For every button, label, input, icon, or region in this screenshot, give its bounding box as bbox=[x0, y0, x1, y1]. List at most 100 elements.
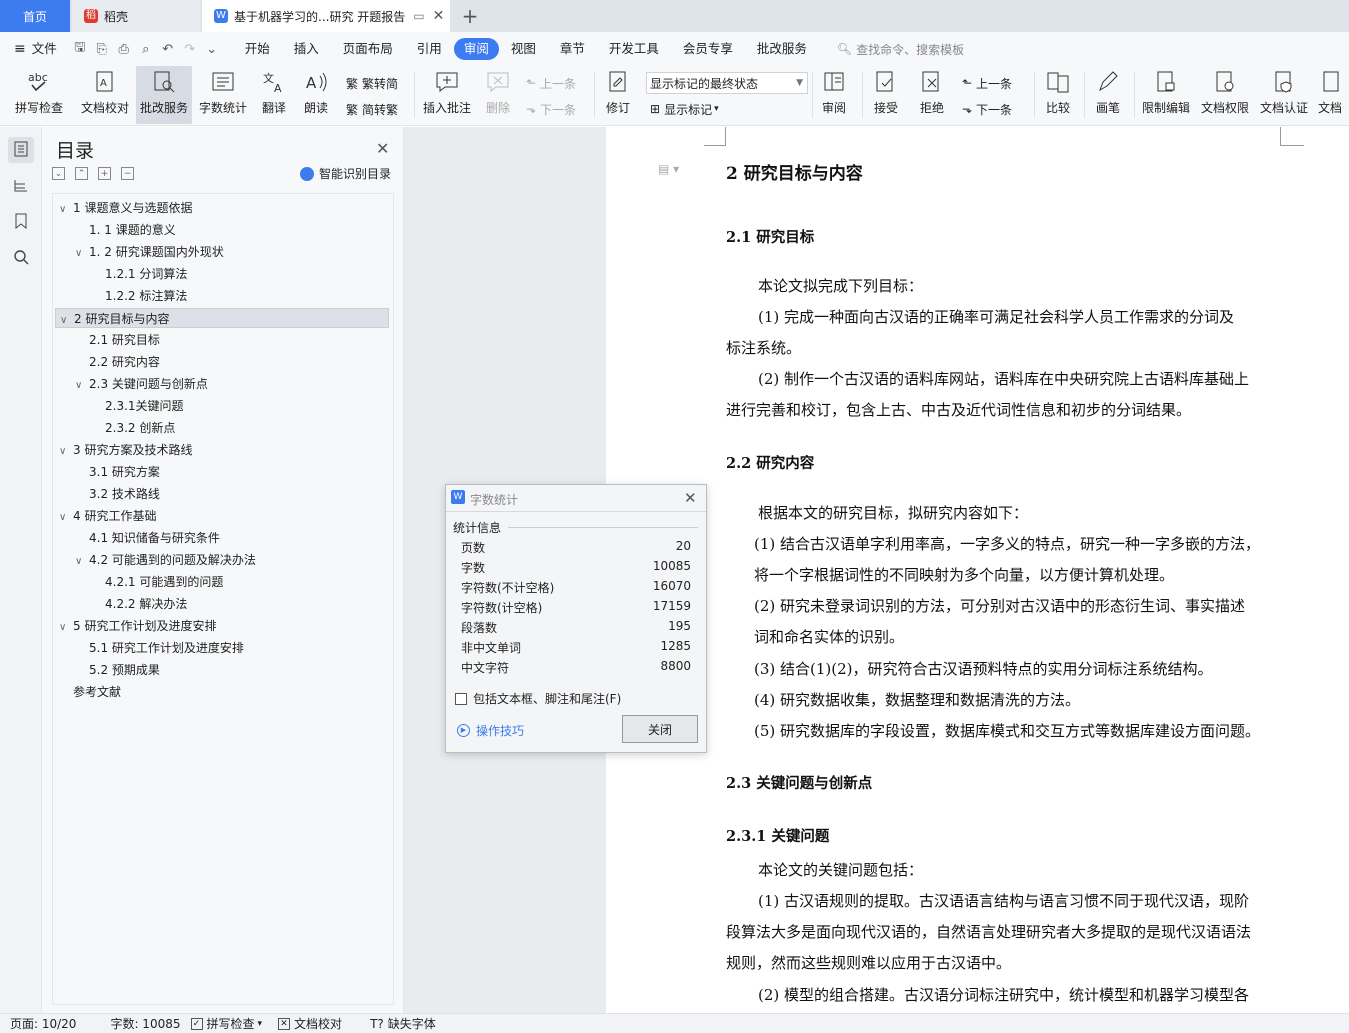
toc-item[interactable]: 4.1 知识储备与研究条件 bbox=[75, 528, 220, 548]
reject-button[interactable]: 拒绝 bbox=[912, 66, 952, 124]
missing-font-status[interactable]: T? 缺失字体 bbox=[370, 1015, 436, 1032]
include-textbox-checkbox[interactable]: 包括文本框、脚注和尾注(F) bbox=[455, 690, 621, 707]
tab-close-icon[interactable]: ✕ bbox=[433, 8, 445, 24]
menu-item[interactable]: 审阅 bbox=[453, 38, 499, 60]
word-count-indicator[interactable]: 字数: 10085 bbox=[110, 1015, 180, 1032]
chevron-down-icon[interactable]: ∨ bbox=[60, 311, 74, 331]
undo-icon[interactable]: ↶ bbox=[157, 38, 179, 60]
menu-item[interactable]: 插入 bbox=[282, 38, 331, 60]
dialog-close-button[interactable]: 关闭 bbox=[622, 715, 698, 743]
delete-comment-button[interactable]: 删除 bbox=[478, 66, 518, 124]
toc-item[interactable]: ∨ 2 研究目标与内容 bbox=[55, 308, 389, 328]
accept-button[interactable]: 接受 bbox=[866, 66, 906, 124]
chevron-down-icon[interactable]: ∨ bbox=[59, 442, 73, 462]
menu-item[interactable]: 开始 bbox=[233, 38, 282, 60]
chapter-nav-button[interactable] bbox=[8, 173, 34, 199]
chevron-down-icon[interactable]: ∨ bbox=[59, 508, 73, 528]
toc-item[interactable]: ∨ 1. 2 研究课题国内外现状 bbox=[75, 242, 224, 262]
chevron-down-icon[interactable]: ∨ bbox=[75, 552, 89, 572]
trad-to-simp-button[interactable]: 繁繁转简 bbox=[346, 73, 398, 93]
toc-item[interactable]: 3.2 技术路线 bbox=[75, 484, 160, 504]
toc-item[interactable]: 4.2.1 可能遇到的问题 bbox=[91, 572, 223, 592]
doc-certify-button[interactable]: 文档认证 bbox=[1256, 66, 1312, 124]
toc-item[interactable]: 1.2.1 分词算法 bbox=[91, 264, 187, 284]
read-aloud-button[interactable]: A 朗读 bbox=[298, 66, 334, 124]
toc-item[interactable]: 1.2.2 标注算法 bbox=[91, 286, 187, 306]
add-plus-icon[interactable]: + bbox=[98, 167, 111, 180]
spell-check-status[interactable]: ✓ 拼写检查 ▾ bbox=[190, 1015, 262, 1032]
toc-item[interactable]: 5.2 预期成果 bbox=[75, 660, 160, 680]
menu-item[interactable]: 视图 bbox=[499, 38, 548, 60]
toc-item[interactable]: 2.3.2 创新点 bbox=[91, 418, 175, 438]
save-icon[interactable]: 🖫 bbox=[69, 38, 91, 60]
document-page[interactable]: ▤ ▾ 2 研究目标与内容 2.1 研究目标 本论文拟完成下列目标： (1) 完成一种… bbox=[606, 127, 1349, 1013]
chevron-down-icon[interactable]: ∨ bbox=[75, 376, 89, 396]
next-change-button[interactable]: ⬎ 下一条 bbox=[962, 99, 1012, 119]
doc-permission-button[interactable]: 文档权限 bbox=[1198, 66, 1252, 124]
paragraph-menu-icon[interactable]: ▤ ▾ bbox=[658, 162, 679, 176]
toc-item[interactable]: 2.2 研究内容 bbox=[75, 352, 160, 372]
checkbox-box[interactable] bbox=[455, 692, 467, 705]
remove-minus-icon[interactable]: − bbox=[121, 167, 134, 180]
redo-icon[interactable]: ↷ bbox=[179, 38, 201, 60]
chevron-down-icon[interactable]: ∨ bbox=[59, 200, 73, 220]
tips-link[interactable]: ▶ 操作技巧 bbox=[457, 722, 524, 739]
file-menu[interactable]: ≡ 文件 bbox=[0, 38, 69, 60]
tab-home[interactable]: 首页 bbox=[0, 0, 70, 32]
menu-item[interactable]: 引用 bbox=[405, 38, 454, 60]
menu-item[interactable]: 批改服务 bbox=[745, 38, 819, 60]
dialog-close-icon[interactable]: ✕ bbox=[684, 489, 697, 507]
menu-item[interactable]: 章节 bbox=[548, 38, 597, 60]
screen-icon[interactable]: ▭ bbox=[413, 9, 424, 23]
new-tab-button[interactable]: + bbox=[456, 0, 484, 32]
command-search[interactable]: 🔍︎ 查找命令、搜索模板 bbox=[837, 41, 964, 58]
simp-to-trad-button[interactable]: 繁简转繁 bbox=[346, 99, 398, 119]
track-changes-button[interactable]: 修订 bbox=[598, 66, 638, 124]
toc-close-icon[interactable]: ✕ bbox=[376, 139, 389, 158]
proofread-button[interactable]: A 文档校对 bbox=[76, 66, 134, 124]
page-indicator[interactable]: 页面: 10/20 bbox=[10, 1015, 76, 1032]
proofread-status[interactable]: ✕ 文档校对 bbox=[278, 1015, 342, 1032]
prev-comment-button[interactable]: ⬑ 上一条 bbox=[526, 73, 576, 93]
toc-item[interactable]: ∨ 5 研究工作计划及进度安排 bbox=[59, 616, 216, 636]
toc-item[interactable]: 2.3.1关键问题 bbox=[91, 396, 184, 416]
menu-item[interactable]: 页面布局 bbox=[331, 38, 405, 60]
prev-change-button[interactable]: ⬑ 上一条 bbox=[962, 73, 1012, 93]
toc-item[interactable]: ∨ 4.2 可能遇到的问题及解决办法 bbox=[75, 550, 256, 570]
print-icon[interactable]: ⎙ bbox=[113, 38, 135, 60]
toc-item[interactable]: 参考文献 bbox=[59, 682, 121, 702]
toc-item[interactable]: ∨ 4 研究工作基础 bbox=[59, 506, 156, 526]
toc-nav-button[interactable] bbox=[8, 137, 34, 163]
tab-document[interactable]: W 基于机器学习的...研究 开题报告 ▭ ✕ bbox=[202, 0, 450, 32]
restrict-edit-button[interactable]: 限制编辑 bbox=[1138, 66, 1194, 124]
print-preview-icon[interactable]: ⌕ bbox=[135, 38, 157, 60]
toc-item[interactable]: 2.1 研究目标 bbox=[75, 330, 160, 350]
toc-item[interactable]: ∨ 3 研究方案及技术路线 bbox=[59, 440, 192, 460]
expand-down-icon[interactable]: ⌄ bbox=[52, 167, 65, 180]
toc-item[interactable]: 3.1 研究方案 bbox=[75, 462, 160, 482]
tab-daoke[interactable]: 稻 稻壳 bbox=[72, 0, 200, 32]
chevron-down-icon[interactable]: ∨ bbox=[75, 244, 89, 264]
customize-chevron-icon[interactable]: ⌄ bbox=[201, 38, 223, 60]
pen-button[interactable]: 画笔 bbox=[1088, 66, 1128, 124]
menu-item[interactable]: 开发工具 bbox=[597, 38, 671, 60]
toc-item[interactable]: 4.2.2 解决办法 bbox=[91, 594, 187, 614]
chevron-down-icon[interactable]: ∨ bbox=[59, 618, 73, 638]
word-count-button[interactable]: 字数统计 bbox=[196, 66, 250, 124]
show-markup-button[interactable]: ⊞ 显示标记 ▾ bbox=[650, 99, 719, 119]
toc-item[interactable]: 5.1 研究工作计划及进度安排 bbox=[75, 638, 244, 658]
menu-item[interactable]: 会员专享 bbox=[671, 38, 745, 60]
compare-button[interactable]: 比较 bbox=[1036, 66, 1080, 124]
next-comment-button[interactable]: ⬎ 下一条 bbox=[526, 99, 576, 119]
more-doc-button[interactable]: 文档 bbox=[1318, 66, 1349, 124]
toc-item[interactable]: ∨ 1 课题意义与选题依据 bbox=[59, 198, 192, 218]
review-pane-button[interactable]: 审阅 bbox=[814, 66, 854, 124]
collapse-up-icon[interactable]: ⌃ bbox=[75, 167, 88, 180]
toc-item[interactable]: ∨ 2.3 关键问题与创新点 bbox=[75, 374, 208, 394]
spell-check-button[interactable]: abc 拼写检查 bbox=[6, 66, 72, 124]
smart-toc-button[interactable]: 智能识别目录 bbox=[300, 165, 391, 182]
bookmark-nav-button[interactable] bbox=[8, 209, 34, 235]
export-pdf-icon[interactable]: ⎘ bbox=[91, 38, 113, 60]
insert-comment-button[interactable]: 插入批注 bbox=[420, 66, 474, 124]
toc-item[interactable]: 1. 1 课题的意义 bbox=[75, 220, 176, 240]
